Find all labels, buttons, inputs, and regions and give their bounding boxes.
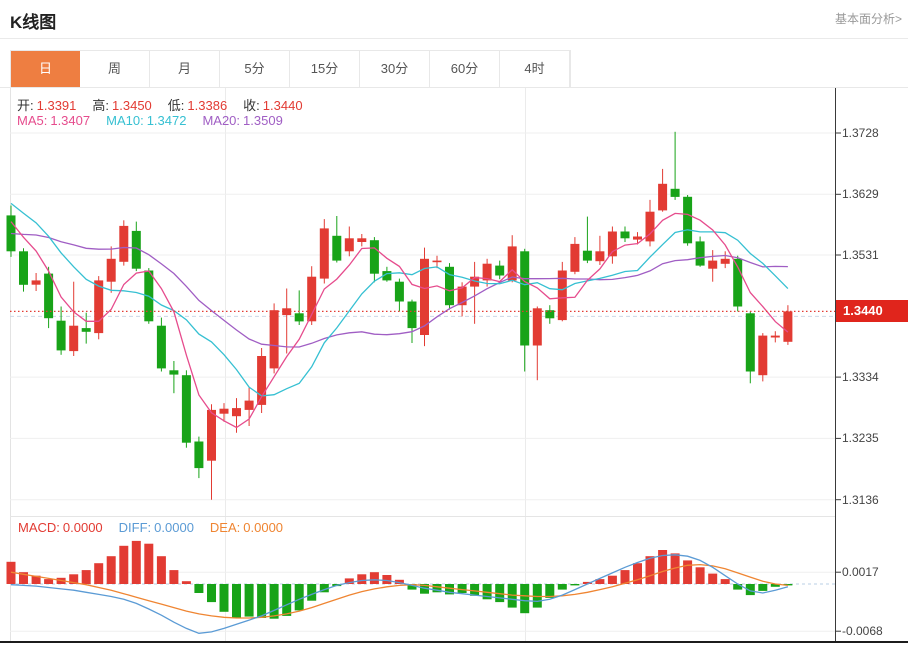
legend-item: 收:1.3440 [243, 98, 302, 113]
legend-item: 高:1.3450 [92, 98, 151, 113]
price-axis-label: 1.3531 [842, 247, 879, 263]
price-axis-label: 1.3728 [842, 125, 879, 141]
legend-item: 低:1.3386 [168, 98, 227, 113]
price-axis-label: 1.3629 [842, 186, 879, 202]
ma-legend: MA5:1.3407 MA10:1.3472 MA20:1.3509 [17, 113, 299, 128]
legend-item: MA20:1.3509 [202, 113, 282, 128]
macd-legend: MACD:0.0000 DIFF:0.0000 DEA:0.0000 [18, 520, 299, 535]
legend-item: MACD:0.0000 [18, 520, 103, 535]
price-axis-label: 1.3136 [842, 492, 879, 508]
macd-axis-label: 0.0017 [842, 564, 879, 580]
legend-item: DIFF:0.0000 [119, 520, 194, 535]
price-axis-label: 1.3334 [842, 369, 879, 385]
legend-item: MA5:1.3407 [17, 113, 90, 128]
legend-item: 开:1.3391 [17, 98, 76, 113]
ohlc-legend: 开:1.3391 高:1.3450 低:1.3386 收:1.3440 [17, 95, 319, 114]
price-axis-label: 1.3235 [842, 430, 879, 446]
legend-item: MA10:1.3472 [106, 113, 186, 128]
kline-widget: K线图 基本面分析> 日周月5分15分30分60分4时 开:1.3391高:1.… [0, 0, 908, 646]
current-price-badge: 1.3440 [836, 300, 908, 322]
legend-item: DEA:0.0000 [210, 520, 283, 535]
macd-axis-label: -0.0068 [842, 623, 883, 639]
